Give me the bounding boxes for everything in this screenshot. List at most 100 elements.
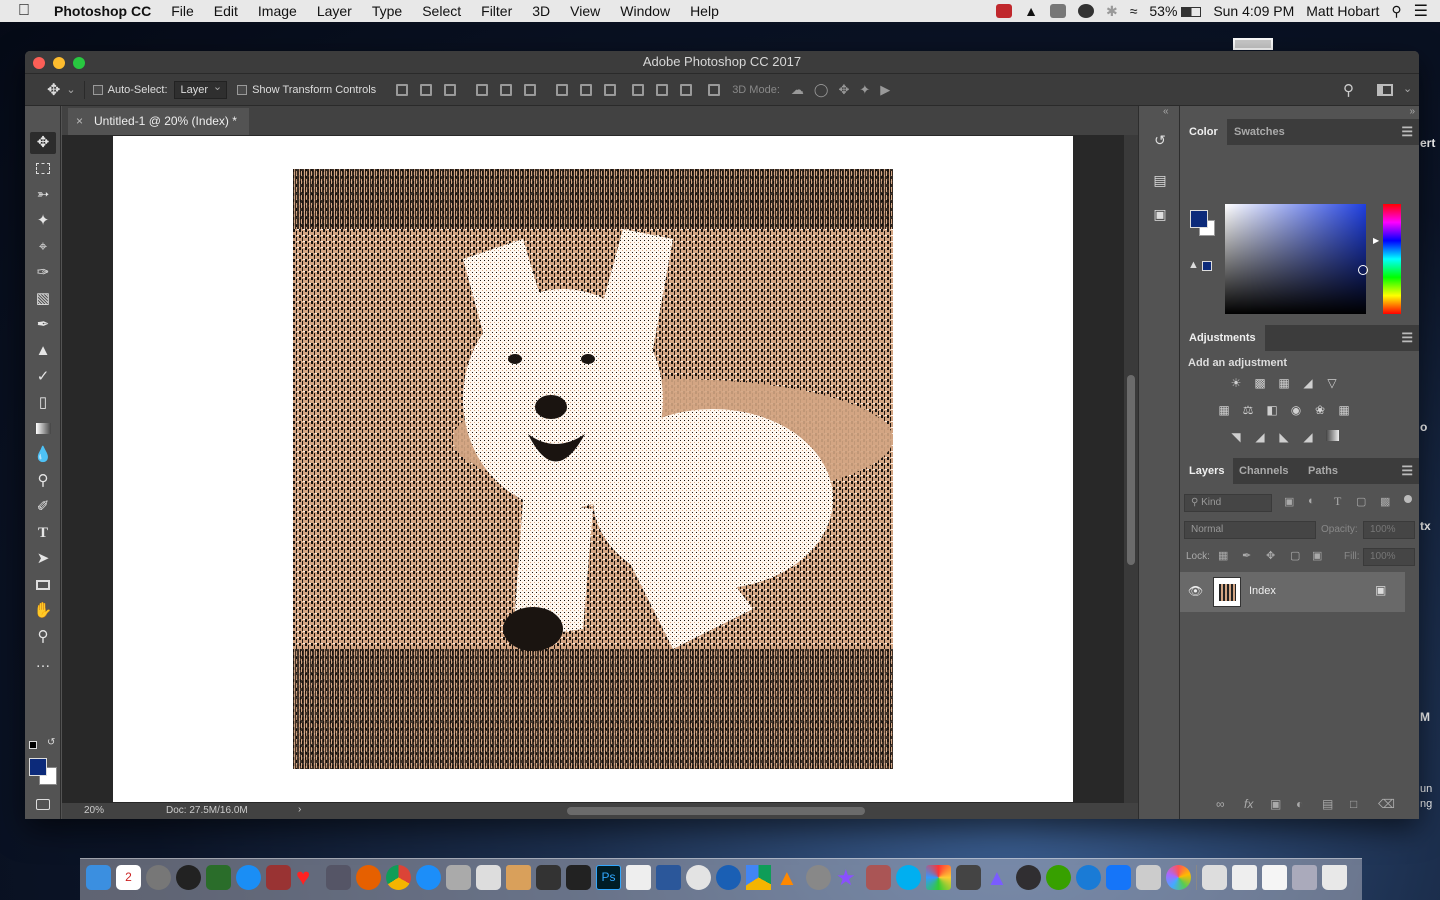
chevron-down-icon[interactable]: ⌄ (66, 83, 75, 96)
dashboard-icon[interactable] (176, 865, 201, 890)
distribute-hcenter-icon[interactable] (656, 83, 669, 96)
guitar-icon[interactable] (866, 865, 891, 890)
move-tool-preset-icon[interactable]: ✥ (47, 80, 60, 100)
menu-view[interactable]: View (560, 3, 610, 19)
posterize-icon[interactable]: ◢ (1252, 430, 1268, 444)
3d-scale-icon[interactable]: ▶ (880, 82, 890, 98)
lock-pixels-icon[interactable]: ✒ (1242, 549, 1251, 562)
align-right-icon[interactable] (524, 83, 537, 96)
document-tab[interactable]: × Untitled-1 @ 20% (Index) * (68, 108, 249, 135)
rectangle-tool-icon[interactable] (30, 574, 56, 596)
menu-select[interactable]: Select (412, 3, 471, 19)
launchpad-icon[interactable] (146, 865, 171, 890)
3d-slide-icon[interactable]: ✦ (859, 82, 870, 98)
chevron-down-icon[interactable]: ⌄ (1403, 82, 1412, 95)
quick-mask-icon[interactable] (30, 794, 56, 816)
exposure-icon[interactable]: ◢ (1300, 376, 1316, 390)
cloud-icon[interactable] (1077, 4, 1094, 18)
hue-slider[interactable] (1383, 204, 1401, 314)
itunes-icon[interactable] (686, 865, 711, 890)
folder-stack-icon[interactable] (1262, 865, 1287, 890)
marquee-tool-icon[interactable] (30, 158, 56, 180)
new-adjustment-layer-icon[interactable]: ◐ (1296, 797, 1303, 811)
align-vcenter-icon[interactable] (420, 83, 433, 96)
desktop-icon[interactable] (1233, 38, 1273, 50)
hue-saturation-icon[interactable]: ▦ (1216, 403, 1232, 417)
filter-pixel-icon[interactable]: ▣ (1284, 495, 1294, 508)
fx-icon[interactable]: fx (1244, 797, 1253, 811)
minimize-button[interactable] (53, 57, 65, 69)
image-capture-icon[interactable] (1136, 865, 1161, 890)
color-balance-icon[interactable]: ⚖ (1240, 403, 1256, 417)
trash-icon[interactable] (1322, 865, 1347, 890)
tab-paths[interactable]: Paths (1299, 458, 1347, 484)
warning-icon[interactable]: ▲ (1024, 3, 1038, 19)
clone-stamp-tool-icon[interactable]: ▲ (30, 340, 56, 362)
web-safe-swatch[interactable] (1202, 261, 1212, 271)
battery-indicator[interactable]: 53% (1149, 3, 1202, 19)
zoom-button[interactable] (73, 57, 85, 69)
visibility-eye-icon[interactable]: 👁 (1188, 584, 1203, 598)
distribute-right-icon[interactable] (680, 83, 693, 96)
notes-icon[interactable] (506, 865, 531, 890)
firefox-icon[interactable] (356, 865, 381, 890)
layer-kind-filter[interactable]: ⚲ Kind (1184, 494, 1272, 512)
lock-artboard-icon[interactable]: ▢ (1290, 549, 1300, 562)
new-layer-icon[interactable]: □ (1350, 797, 1357, 811)
app-icon[interactable] (716, 865, 741, 890)
layer-name[interactable]: Index (1249, 585, 1276, 597)
preview-icon[interactable] (446, 865, 471, 890)
mission-control-icon[interactable] (206, 865, 231, 890)
selective-color-icon[interactable]: ◢ (1300, 430, 1316, 444)
layer-row[interactable]: 👁 Index ▣ (1180, 572, 1405, 612)
zoom-tool-icon[interactable]: ⚲ (30, 626, 56, 648)
adobe-cc-icon[interactable] (996, 4, 1013, 18)
blend-mode-dropdown[interactable]: Normal (1184, 521, 1316, 539)
3d-orbit-icon[interactable]: ☁ (791, 82, 804, 98)
threshold-icon[interactable]: ◣ (1276, 430, 1292, 444)
lasso-tool-icon[interactable]: ➳ (30, 184, 56, 206)
distribute-vcenter-icon[interactable] (580, 83, 593, 96)
path-selection-tool-icon[interactable]: ➤ (30, 548, 56, 570)
clock[interactable]: Sun 4:09 PM (1213, 3, 1294, 19)
filter-shape-icon[interactable]: ▢ (1356, 495, 1366, 508)
menu-filter[interactable]: Filter (471, 3, 522, 19)
history-brush-tool-icon[interactable]: ✓ (30, 366, 56, 388)
photos-app-icon[interactable] (476, 865, 501, 890)
collapse-panels-icon[interactable]: » (1409, 106, 1415, 117)
tab-channels[interactable]: Channels (1230, 458, 1298, 484)
filter-type-icon[interactable]: T (1334, 494, 1341, 509)
out-of-gamut-warning-icon[interactable]: ▲ (1188, 259, 1199, 271)
game-icon[interactable] (266, 865, 291, 890)
invert-icon[interactable]: ◥ (1228, 430, 1244, 444)
new-group-icon[interactable]: ▤ (1322, 797, 1333, 811)
wifi-icon[interactable]: ≈ (1130, 3, 1138, 19)
eyedropper-tool-icon[interactable]: ✑ (30, 262, 56, 284)
skype-icon[interactable] (896, 865, 921, 890)
distribute-left-icon[interactable] (632, 83, 645, 96)
bluetooth-icon[interactable]: ✱ (1106, 3, 1118, 20)
zoom-level[interactable]: 20% (84, 805, 104, 816)
menu-image[interactable]: Image (248, 3, 307, 19)
upwork-icon[interactable] (1046, 865, 1071, 890)
game-console-icon[interactable] (956, 865, 981, 890)
calendar-icon[interactable]: 2 (116, 865, 141, 890)
xcode-icon[interactable] (1106, 865, 1131, 890)
swap-colors-icon[interactable]: ↺ (47, 737, 55, 748)
horizontal-scrollbar-thumb[interactable] (567, 807, 865, 815)
menu-window[interactable]: Window (610, 3, 680, 19)
opacity-field[interactable]: 100% (1363, 521, 1415, 539)
curves-icon[interactable]: ▦ (1276, 376, 1292, 390)
filter-toggle-icon[interactable] (1404, 495, 1412, 503)
safari-icon[interactable] (416, 865, 441, 890)
menu-type[interactable]: Type (362, 3, 412, 19)
heart-app-icon[interactable]: ♥ (296, 865, 321, 890)
menu-extra-icon[interactable] (1049, 4, 1066, 18)
history-panel-icon[interactable]: ↺ (1151, 132, 1169, 150)
app-store-icon[interactable] (236, 865, 261, 890)
pen-tool-icon[interactable]: ✐ (30, 496, 56, 518)
magic-wand-tool-icon[interactable]: ✦ (30, 210, 56, 232)
status-menu-arrow[interactable]: › (298, 804, 301, 815)
spotlight-icon[interactable]: ⚲ (1391, 3, 1401, 20)
finder-icon[interactable] (86, 865, 111, 890)
